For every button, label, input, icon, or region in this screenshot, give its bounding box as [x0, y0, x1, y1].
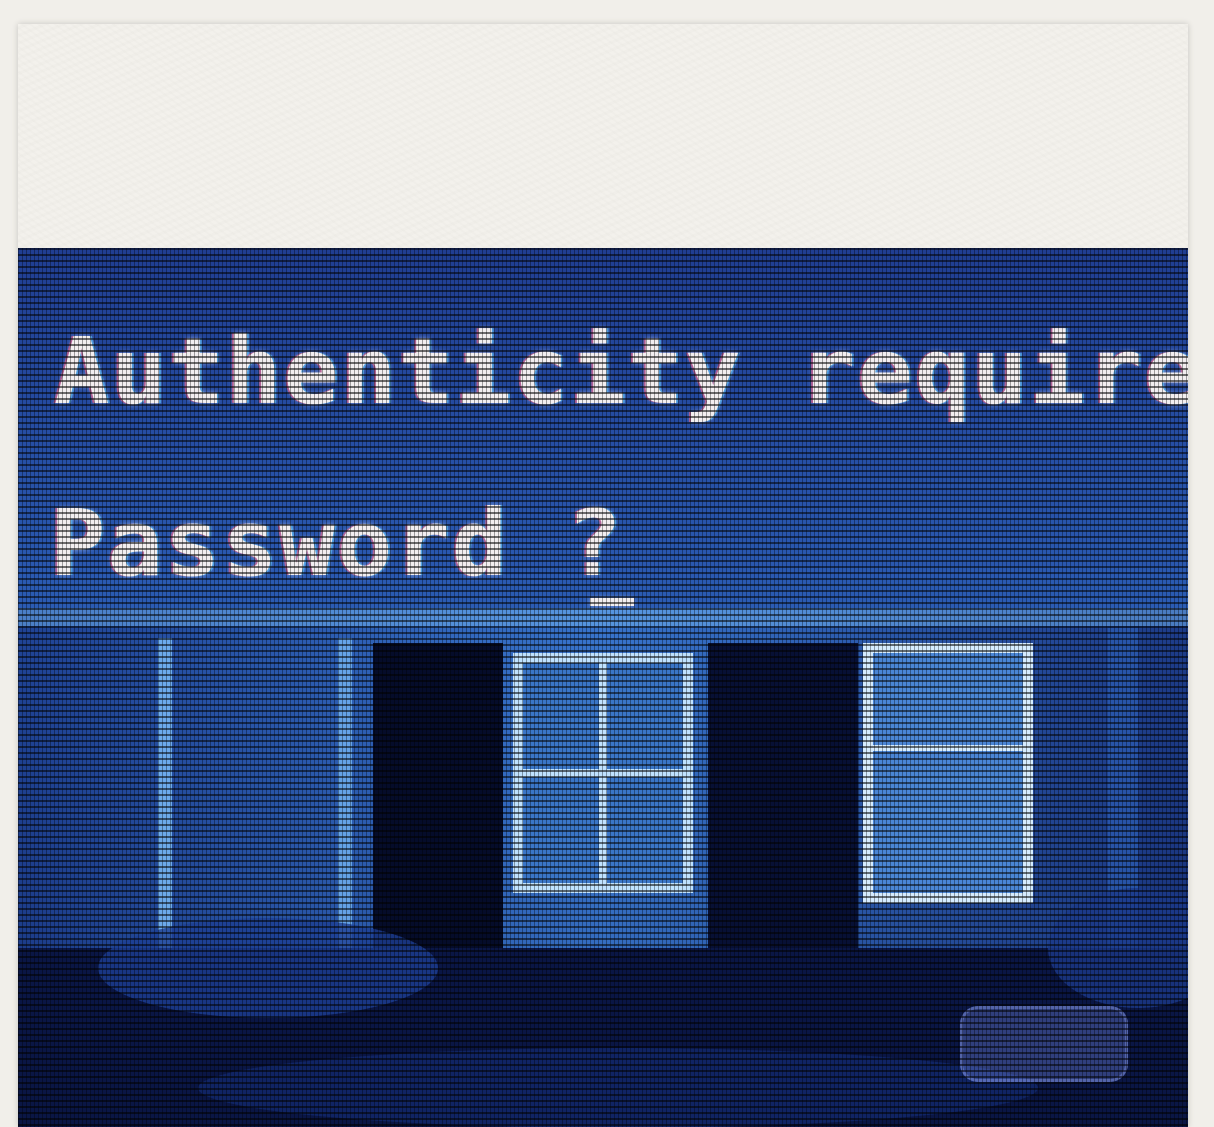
porch-post-left	[158, 638, 172, 958]
dark-doorway	[373, 643, 503, 973]
roof-edge	[18, 608, 1188, 626]
password-prompt: Password ?	[50, 490, 624, 597]
dark-panel	[708, 643, 858, 963]
photo-card: Authenticity required. Password ?	[18, 24, 1188, 1127]
paper-margin	[18, 24, 1188, 248]
crt-screen-photo: Authenticity required. Password ?	[18, 248, 1188, 1127]
bush-left	[98, 918, 438, 1018]
text-cursor	[590, 598, 634, 606]
authenticity-message: Authenticity required.	[54, 318, 1188, 425]
right-window	[868, 648, 1028, 898]
porch-post-middle	[338, 638, 352, 958]
photo-frame: Authenticity required. Password ?	[0, 0, 1214, 1127]
channel-logo-watermark	[960, 1006, 1128, 1082]
lawn-shadow	[198, 1048, 1038, 1127]
